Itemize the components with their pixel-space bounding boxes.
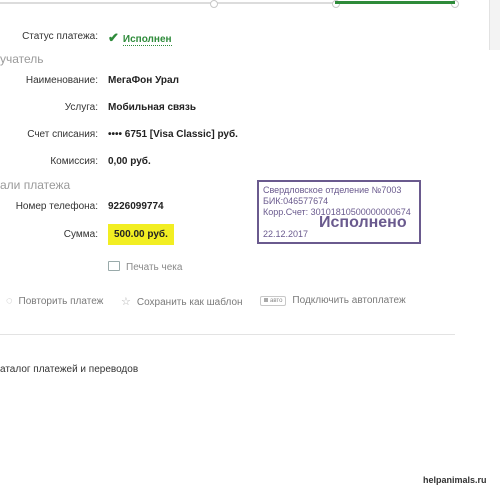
- status-value[interactable]: ✔ Исполнен: [108, 30, 172, 46]
- stamp-branch: Свердловское отделение №7003: [263, 185, 402, 195]
- stamp-date: 22.12.2017: [263, 229, 309, 239]
- field-value-account: •••• 6751 [Visa Classic] руб.: [108, 129, 238, 140]
- field-value-name: МегаФон Урал: [108, 75, 179, 86]
- check-icon: ✔: [108, 30, 119, 45]
- autopay-button[interactable]: авто Подключить автоплатеж: [260, 295, 406, 306]
- field-label-phone: Номер телефона:: [15, 201, 98, 212]
- field-label-account: Счет списания:: [27, 129, 98, 140]
- field-label-service: Услуга:: [64, 102, 98, 113]
- repeat-icon: ◌: [6, 295, 13, 307]
- stamp-mark: Исполнено: [319, 214, 407, 231]
- field-value-commission: 0,00 руб.: [108, 156, 151, 167]
- section-title-recipient: учатель: [0, 52, 44, 66]
- amount-value: 500.00 руб.: [108, 224, 174, 245]
- watermark: helpanimals.ru: [423, 475, 487, 485]
- save-template-button[interactable]: ☆ Сохранить как шаблон: [121, 295, 243, 308]
- field-value-service: Мобильная связь: [108, 102, 197, 113]
- catalog-link[interactable]: аталог платежей и переводов: [0, 364, 138, 375]
- stamp-bik: БИК:046577674: [263, 196, 329, 206]
- star-icon: ☆: [121, 296, 131, 308]
- progress-fill: [335, 1, 455, 4]
- auto-badge-icon: авто: [260, 296, 287, 306]
- section-title-details: али платежа: [0, 178, 71, 192]
- print-receipt-link[interactable]: Печать чека: [108, 261, 182, 273]
- divider: [0, 334, 455, 335]
- status-label: Статус платежа:: [22, 31, 98, 42]
- progress-step-dot: [210, 0, 218, 8]
- bank-stamp: Свердловское отделение №7003 БИК:0465776…: [257, 180, 421, 244]
- field-value-phone: 9226099774: [108, 201, 164, 212]
- printer-icon: [108, 261, 120, 271]
- actions-row: ◌ Повторить платеж ☆ Сохранить как шаблон …: [0, 295, 455, 311]
- repeat-payment-button[interactable]: ◌ Повторить платеж: [6, 295, 103, 307]
- field-label-commission: Комиссия:: [50, 156, 98, 167]
- field-label-name: Наименование:: [25, 75, 98, 86]
- side-panel-edge: [489, 0, 500, 50]
- field-label-amount: Сумма:: [63, 229, 98, 240]
